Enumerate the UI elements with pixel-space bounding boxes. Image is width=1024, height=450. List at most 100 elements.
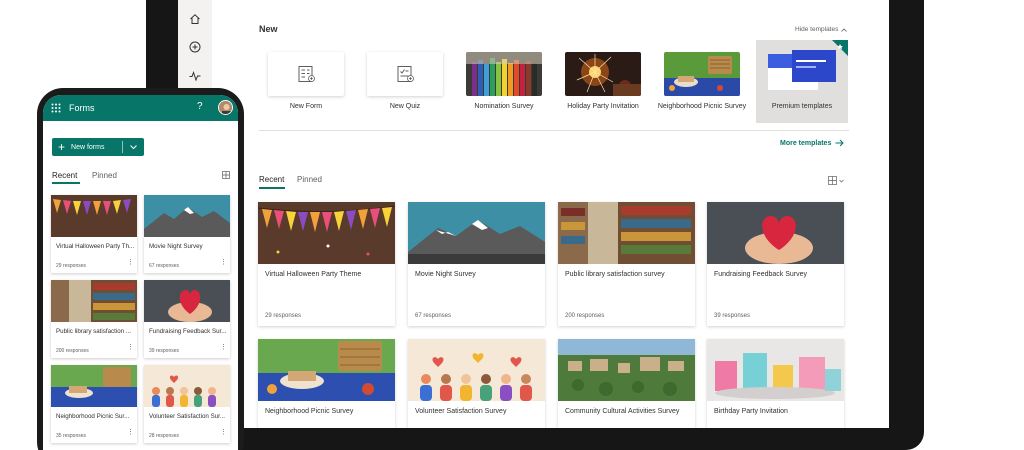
card-responses: 67 responses — [415, 313, 452, 319]
halloween-image — [51, 195, 137, 237]
card-title: Birthday Party Invitation — [714, 408, 788, 415]
template-new-quiz[interactable] — [367, 52, 443, 96]
form-card[interactable]: Fundraising Feedback Survey 39 responses — [707, 202, 844, 326]
divider — [259, 130, 849, 131]
template-label: Holiday Party Invitation — [567, 103, 639, 110]
app-launcher-icon[interactable] — [51, 103, 61, 113]
split-divider — [122, 141, 123, 153]
chevron-up-icon — [841, 27, 848, 32]
app-title: Forms — [69, 103, 95, 113]
volunteers-image — [408, 339, 545, 401]
arrow-right-icon — [835, 139, 845, 147]
activity-icon[interactable] — [187, 68, 203, 84]
form-card[interactable]: Volunteer Satisfaction Survey — [408, 339, 545, 428]
home-icon[interactable] — [187, 11, 203, 27]
card-title: Movie Night Survey — [415, 271, 476, 278]
heart-hands-image — [144, 280, 230, 322]
form-card[interactable]: Birthday Party Invitation — [707, 339, 844, 428]
grid-view-icon — [828, 176, 837, 185]
card-responses: 35 responses — [56, 433, 87, 439]
form-card[interactable]: Volunteer Satisfaction Sur... 28 respons… — [144, 365, 230, 443]
card-responses: 39 responses — [149, 348, 180, 354]
card-responses: 29 responses — [56, 263, 87, 269]
template-neighborhood-picnic[interactable] — [664, 52, 740, 96]
form-card[interactable]: Public library satisfaction ... 200 resp… — [51, 280, 137, 358]
more-options-icon[interactable]: ⋮ — [220, 259, 227, 266]
tab-recent[interactable]: Recent — [52, 171, 77, 180]
more-options-icon[interactable]: ⋮ — [127, 259, 134, 266]
pencils-image — [466, 52, 542, 96]
card-title: Virtual Halloween Party Th... — [56, 243, 135, 250]
form-card[interactable]: Movie Night Survey 67 responses ⋮ — [144, 195, 230, 273]
template-label: Nomination Survey — [474, 103, 534, 110]
hide-templates-link[interactable]: Hide templates — [795, 26, 848, 33]
desktop-screen: New Hide templates New Form New Quiz Nom… — [178, 0, 889, 428]
card-title: Fundraising Feedback Survey — [714, 271, 807, 278]
more-templates-link[interactable]: More templates — [780, 139, 845, 147]
template-holiday-party[interactable] — [565, 52, 641, 96]
card-title: Volunteer Satisfaction Survey — [415, 408, 507, 415]
picnic-image — [664, 52, 740, 96]
new-heading: New — [259, 24, 278, 34]
picnic-image — [258, 339, 395, 401]
tab-recent[interactable]: Recent — [259, 175, 284, 184]
picnic-image — [51, 365, 137, 407]
template-label: New Form — [289, 103, 323, 110]
grid-view-icon[interactable] — [222, 171, 230, 179]
template-label: Neighborhood Picnic Survey — [657, 103, 747, 110]
birthday-image — [707, 339, 844, 401]
more-options-icon[interactable]: ⋮ — [220, 429, 227, 436]
form-card[interactable]: Virtual Halloween Party Theme 29 respons… — [258, 202, 395, 326]
main-content: New Hide templates New Form New Quiz Nom… — [212, 0, 889, 428]
chevron-down-icon[interactable] — [129, 141, 138, 153]
template-premium[interactable]: Premium templates — [756, 40, 848, 123]
more-options-icon[interactable]: ⋮ — [127, 344, 134, 351]
phone-header: Forms ? — [43, 95, 238, 121]
template-new-form[interactable] — [268, 52, 344, 96]
mountain-image — [144, 195, 230, 237]
quiz-icon — [397, 66, 414, 82]
card-title: Fundraising Feedback Sur... — [149, 328, 227, 335]
chevron-down-icon — [839, 179, 844, 182]
library-image — [558, 202, 695, 264]
help-icon[interactable]: ? — [197, 101, 203, 112]
volunteers-image — [144, 365, 230, 407]
form-card[interactable]: Fundraising Feedback Sur... 39 responses… — [144, 280, 230, 358]
card-title: Volunteer Satisfaction Sur... — [149, 413, 226, 420]
form-card[interactable]: Community Cultural Activities Survey — [558, 339, 695, 428]
card-responses: 28 responses — [149, 433, 180, 439]
form-icon — [298, 66, 315, 82]
card-responses: 200 responses — [56, 348, 89, 354]
card-title: Virtual Halloween Party Theme — [265, 271, 362, 278]
card-responses: 39 responses — [714, 313, 751, 319]
form-card[interactable]: Virtual Halloween Party Th... 29 respons… — [51, 195, 137, 273]
card-title: Public library satisfaction survey — [565, 271, 665, 278]
card-title: Neighborhood Picnic Sur... — [56, 413, 130, 420]
card-responses: 29 responses — [265, 313, 302, 319]
new-forms-button[interactable]: + New forms — [52, 138, 144, 156]
more-options-icon[interactable]: ⋮ — [220, 344, 227, 351]
form-card[interactable]: Movie Night Survey 67 responses — [408, 202, 545, 326]
card-title: Movie Night Survey — [149, 243, 203, 250]
tab-pinned[interactable]: Pinned — [297, 175, 322, 184]
sparkler-image — [565, 52, 641, 96]
mountain-image — [408, 202, 545, 264]
view-toggle[interactable] — [828, 176, 844, 185]
phone-screen: Forms ? + New forms Recent Pinned Virtua… — [43, 95, 238, 450]
avatar[interactable] — [218, 100, 233, 115]
plus-icon: + — [58, 140, 66, 154]
form-card[interactable]: Public library satisfaction survey 200 r… — [558, 202, 695, 326]
template-label: New Quiz — [389, 103, 421, 110]
halloween-image — [258, 202, 395, 264]
tab-pinned[interactable]: Pinned — [92, 171, 117, 180]
create-icon[interactable] — [187, 39, 203, 55]
card-title: Neighborhood Picnic Survey — [265, 408, 354, 415]
template-label: Premium templates — [771, 103, 833, 110]
template-nomination-survey[interactable] — [466, 52, 542, 96]
city-image — [558, 339, 695, 401]
form-card[interactable]: Neighborhood Picnic Sur... 35 responses … — [51, 365, 137, 443]
marketing-composite: New Hide templates New Form New Quiz Nom… — [0, 0, 1024, 450]
heart-hands-image — [707, 202, 844, 264]
form-card[interactable]: Neighborhood Picnic Survey — [258, 339, 395, 428]
more-options-icon[interactable]: ⋮ — [127, 429, 134, 436]
